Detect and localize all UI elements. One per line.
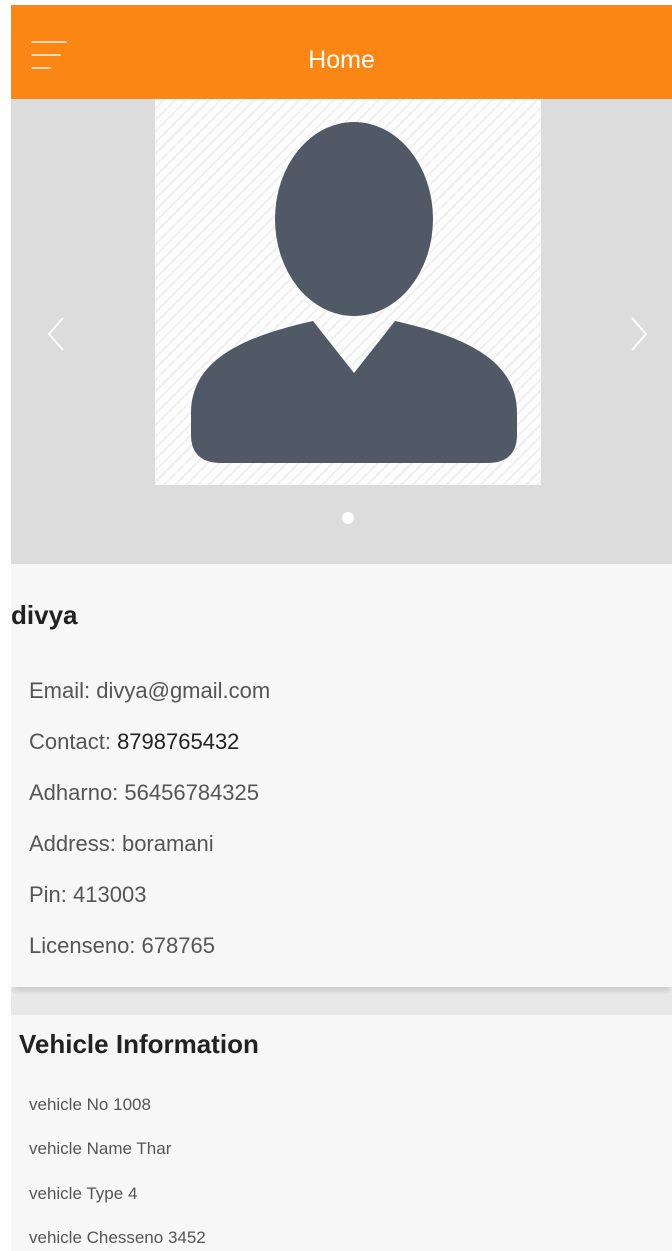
section-divider <box>11 995 672 1015</box>
email-value: divya@gmail.com <box>96 678 271 703</box>
vehicle-type-label: vehicle Type <box>29 1184 124 1203</box>
vehicle-type-value: 4 <box>127 1184 138 1203</box>
contact-row: Contact: 8798765432 <box>29 729 239 755</box>
chevron-right-icon[interactable] <box>622 314 652 354</box>
vehicle-name-row: vehicle Name Thar <box>29 1139 171 1159</box>
hamburger-menu-icon[interactable] <box>31 41 69 77</box>
vehicle-no-row: vehicle No 1008 <box>29 1095 151 1115</box>
adhar-row: Adharno: 56456784325 <box>29 780 259 806</box>
vehicle-type-row: vehicle Type 4 <box>29 1184 137 1204</box>
chevron-left-icon[interactable] <box>43 314 73 354</box>
vehicle-no-label: vehicle No <box>29 1095 109 1114</box>
contact-label: Contact: <box>29 729 111 754</box>
adhar-label: Adharno: <box>29 780 119 805</box>
slider-dot-active[interactable] <box>342 512 354 524</box>
vehicle-chassis-value: 3452 <box>167 1228 206 1247</box>
person-silhouette-icon <box>191 122 517 463</box>
vehicle-name-label: vehicle Name <box>29 1139 132 1158</box>
vehicle-chassis-label: vehicle Chesseno <box>29 1228 164 1247</box>
profile-name: divya <box>11 600 78 630</box>
vehicle-no-value: 1008 <box>113 1095 151 1114</box>
email-label: Email: <box>29 678 91 703</box>
address-value: boramani <box>121 831 214 856</box>
app-header: Home <box>11 5 672 99</box>
pin-label: Pin: <box>29 882 67 907</box>
address-label: Address: <box>29 831 116 856</box>
adhar-value: 56456784325 <box>124 780 260 805</box>
address-row: Address: boramani <box>29 831 214 857</box>
license-value: 678765 <box>141 933 215 958</box>
app-screen: Home divya Email: divya@gmail.com Contac… <box>11 5 672 1251</box>
vehicle-name-value: Thar <box>136 1139 172 1158</box>
pin-value: 413003 <box>73 882 147 907</box>
email-row: Email: divya@gmail.com <box>29 678 270 704</box>
vehicle-chassis-row: vehicle Chesseno 3452 <box>29 1228 206 1248</box>
contact-value: 8798765432 <box>117 729 240 754</box>
license-row: Licenseno: 678765 <box>29 933 215 959</box>
vehicle-info-card: Vehicle Information vehicle No 1008 vehi… <box>11 1015 672 1251</box>
vehicle-section-title: Vehicle Information <box>19 1029 259 1059</box>
license-label: Licenseno: <box>29 933 136 958</box>
profile-card: divya Email: divya@gmail.com Contact: 87… <box>11 564 672 987</box>
pin-row: Pin: 413003 <box>29 882 146 908</box>
user-avatar-placeholder <box>155 99 541 485</box>
image-slider[interactable] <box>11 99 672 564</box>
